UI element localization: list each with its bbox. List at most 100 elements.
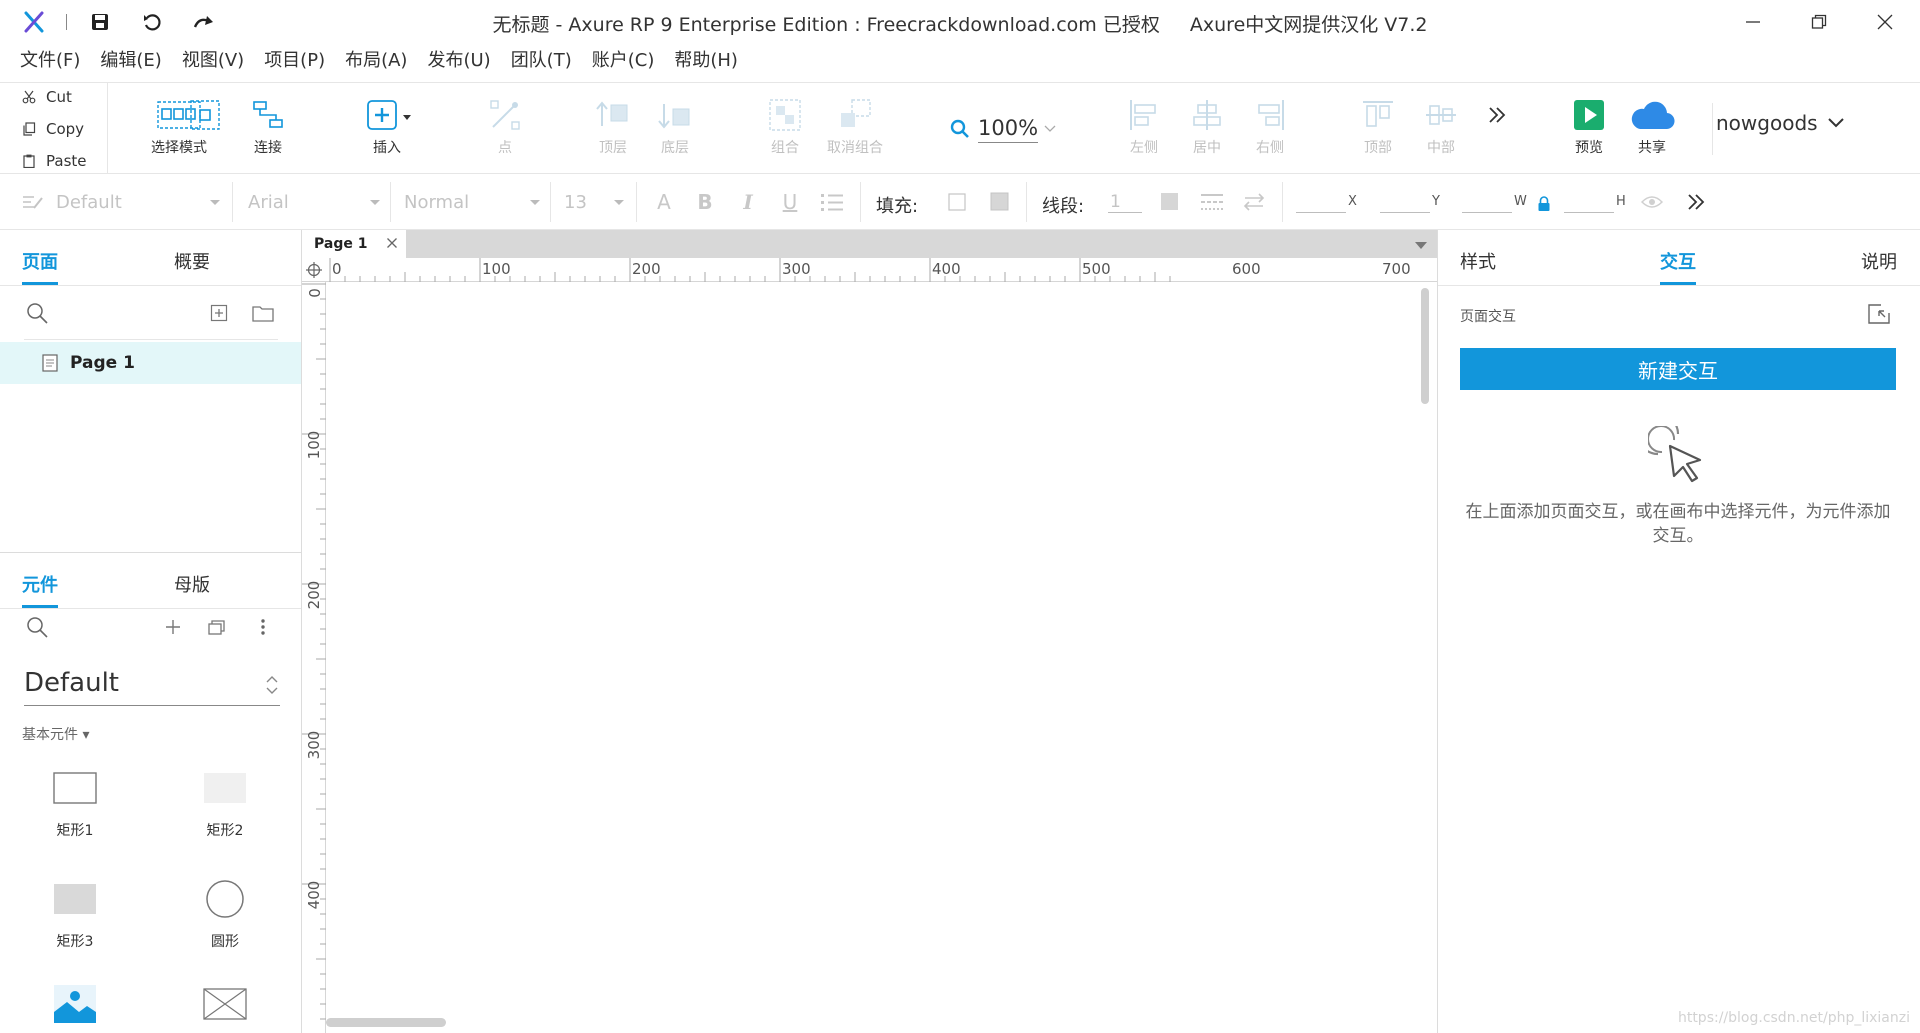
restore-button[interactable] — [1804, 10, 1834, 34]
widget-placeholder[interactable] — [170, 980, 280, 1030]
zoom-control[interactable]: 100% — [950, 113, 1060, 145]
ruler-label: 600 — [1232, 260, 1261, 278]
menu-arrange[interactable]: 布局(A) — [345, 44, 407, 82]
preview-button[interactable]: 预览 — [1554, 97, 1624, 161]
widget-rectangle-1[interactable]: 矩形1 — [20, 764, 130, 854]
library-select[interactable]: Default — [24, 660, 280, 706]
tab-pages[interactable]: 页面 — [22, 248, 58, 274]
font-size-select[interactable]: 13 — [564, 184, 624, 220]
tab-notes[interactable]: 说明 — [1861, 248, 1897, 274]
arrow-style-icon[interactable] — [1242, 190, 1266, 214]
copy-button[interactable]: Copy — [22, 117, 84, 141]
widget-image[interactable] — [20, 980, 130, 1030]
add-page-icon[interactable] — [210, 304, 228, 322]
save-button[interactable] — [88, 10, 112, 34]
menu-view[interactable]: 视图(V) — [182, 44, 244, 82]
underline-icon[interactable]: U — [778, 190, 802, 214]
align-top-label: 顶部 — [1364, 140, 1392, 156]
close-tab-icon[interactable] — [386, 237, 398, 249]
vertical-scrollbar[interactable] — [1421, 288, 1429, 404]
point-button[interactable]: 点 — [470, 97, 540, 161]
add-library-icon[interactable] — [164, 618, 182, 636]
tab-masters[interactable]: 母版 — [174, 571, 210, 597]
user-menu[interactable]: nowgoods — [1716, 111, 1844, 135]
cut-label: Cut — [46, 88, 72, 106]
more-format-button[interactable] — [1684, 190, 1708, 214]
add-folder-icon[interactable] — [252, 304, 274, 322]
stroke-color-swatch[interactable] — [1158, 190, 1182, 214]
widget-rectangle-3[interactable]: 矩形3 — [20, 875, 130, 965]
menu-account[interactable]: 账户(C) — [592, 44, 655, 82]
font-weight-select[interactable]: Normal — [404, 184, 540, 220]
minimize-button[interactable] — [1738, 10, 1768, 34]
menu-project[interactable]: 项目(P) — [264, 44, 325, 82]
widget-rectangle-2[interactable]: 矩形2 — [170, 764, 280, 854]
send-to-back-label: 底层 — [661, 140, 689, 156]
fill-color-swatch[interactable] — [945, 190, 969, 214]
lock-icon[interactable] — [1532, 192, 1556, 216]
more-vertical-icon[interactable] — [260, 618, 266, 636]
height-input[interactable] — [1564, 212, 1614, 213]
tab-interactions[interactable]: 交互 — [1660, 248, 1696, 274]
tab-dropdown-icon[interactable] — [1415, 242, 1427, 249]
restore-icon — [1811, 14, 1827, 30]
widget-ellipse[interactable]: 圆形 — [170, 875, 280, 965]
eye-icon[interactable] — [1640, 190, 1664, 214]
close-window-button[interactable] — [1870, 10, 1900, 34]
align-left-button[interactable]: 左侧 — [1109, 97, 1179, 161]
library-tabs: 元件 母版 — [0, 553, 301, 609]
page-item[interactable]: Page 1 — [0, 342, 301, 384]
menu-help[interactable]: 帮助(H) — [674, 44, 738, 82]
share-button[interactable]: 共享 — [1617, 97, 1687, 161]
font-select[interactable]: Arial — [248, 184, 380, 220]
send-to-back-button[interactable]: 底层 — [640, 97, 710, 161]
minimize-icon — [1745, 14, 1761, 30]
align-top-icon — [1362, 97, 1394, 133]
width-input[interactable] — [1462, 212, 1512, 213]
undo-button[interactable] — [140, 10, 164, 34]
ungroup-button[interactable]: 取消组合 — [820, 97, 890, 161]
widget-category[interactable]: 基本元件 ▾ — [22, 724, 89, 744]
stroke-width-value[interactable]: 1 — [1110, 192, 1121, 212]
x-input[interactable] — [1296, 212, 1346, 213]
align-center-button[interactable]: 居中 — [1172, 97, 1242, 161]
expand-dialog-icon[interactable] — [1868, 304, 1890, 324]
bold-icon[interactable]: B — [693, 190, 717, 214]
italic-icon[interactable]: I — [736, 190, 760, 214]
paste-button[interactable]: Paste — [22, 149, 87, 173]
connect-button[interactable]: 连接 — [233, 97, 303, 161]
line-pattern-icon[interactable] — [1200, 190, 1224, 214]
align-top-button[interactable]: 顶部 — [1343, 97, 1413, 161]
font-color-icon[interactable]: A — [652, 190, 676, 214]
bring-to-front-icon — [596, 97, 630, 133]
redo-button[interactable] — [192, 10, 216, 34]
insert-button[interactable]: 插入 — [352, 97, 422, 161]
shadow-swatch[interactable] — [988, 190, 1012, 214]
library-manage-icon[interactable] — [208, 618, 228, 636]
tab-widgets[interactable]: 元件 — [22, 571, 58, 597]
scissors-icon — [22, 90, 46, 104]
search-icon[interactable] — [26, 616, 48, 638]
align-right-button[interactable]: 右侧 — [1235, 97, 1305, 161]
menu-team[interactable]: 团队(T) — [511, 44, 572, 82]
new-interaction-button[interactable]: 新建交互 — [1460, 348, 1896, 390]
style-select[interactable]: Default — [22, 184, 220, 220]
widget-label: 矩形1 — [56, 823, 94, 839]
contained-select-button[interactable] — [170, 97, 240, 161]
menu-edit[interactable]: 编辑(E) — [100, 44, 161, 82]
page-tab[interactable]: Page 1 — [302, 230, 406, 258]
more-tools-button[interactable] — [1462, 97, 1532, 161]
up-down-chevron-icon — [266, 674, 278, 696]
bring-to-front-button[interactable]: 顶层 — [578, 97, 648, 161]
menu-publish[interactable]: 发布(U) — [427, 44, 490, 82]
group-button[interactable]: 组合 — [750, 97, 820, 161]
menu-file[interactable]: 文件(F) — [20, 44, 80, 82]
tab-style[interactable]: 样式 — [1460, 248, 1496, 274]
y-input[interactable] — [1380, 212, 1430, 213]
horizontal-scrollbar[interactable] — [326, 1018, 446, 1027]
bullet-list-icon[interactable] — [820, 190, 844, 214]
design-canvas[interactable] — [326, 282, 1437, 1033]
search-icon[interactable] — [26, 302, 48, 324]
tab-outline[interactable]: 概要 — [174, 248, 210, 274]
cut-button[interactable]: Cut — [22, 85, 72, 109]
